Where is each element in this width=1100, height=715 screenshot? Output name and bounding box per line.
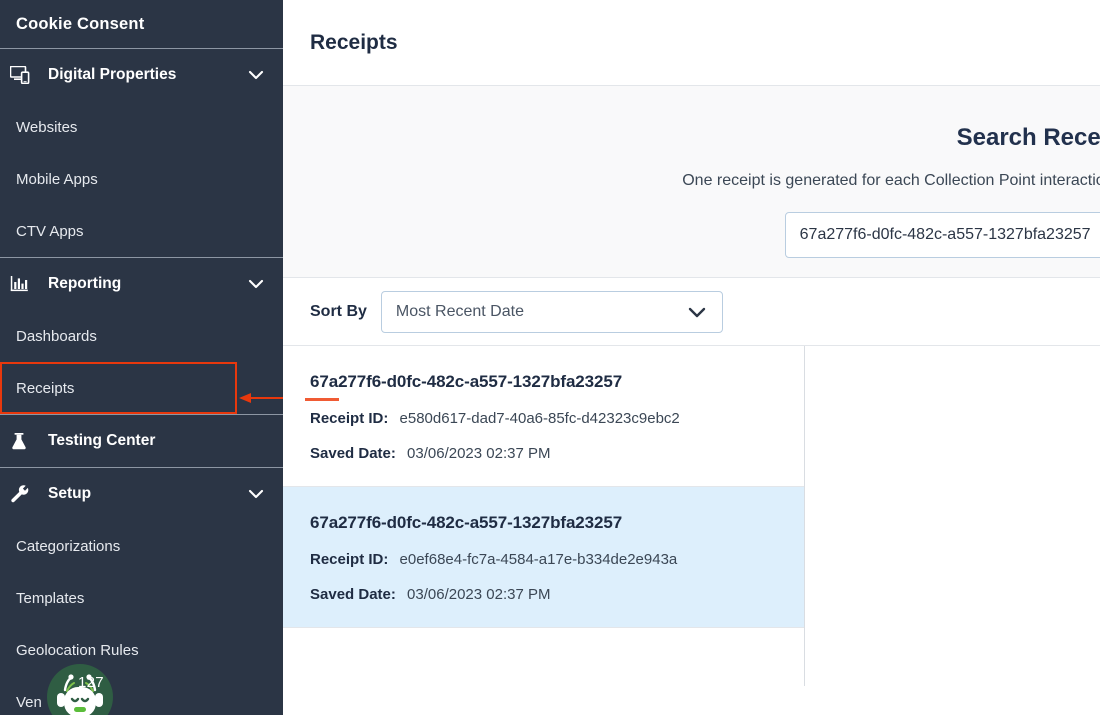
sidebar-item-websites[interactable]: Websites: [0, 101, 283, 153]
chat-unread-badge: 127: [78, 674, 104, 691]
receipt-id-value: e0ef68e4-fc7a-4584-a17e-b334de2e943a: [400, 551, 678, 568]
sidebar-item-label: Geolocation Rules: [16, 642, 139, 659]
receipt-id-label: Receipt ID:: [310, 551, 388, 568]
sort-by-label: Sort By: [310, 303, 367, 321]
sidebar-item-categorizations[interactable]: Categorizations: [0, 520, 283, 572]
spellcheck-underline: [305, 398, 339, 401]
saved-date-label: Saved Date:: [310, 445, 396, 462]
search-row: Search: [283, 212, 1100, 258]
sidebar-item-label: Categorizations: [16, 538, 120, 555]
search-input[interactable]: [785, 212, 1100, 258]
saved-date-value: 03/06/2023 02:37 PM: [407, 586, 550, 603]
bar-chart-icon: [10, 275, 40, 293]
sidebar-item-label: Templates: [16, 590, 84, 607]
sidebar-group-label: Testing Center: [48, 432, 155, 450]
receipt-id-field: Receipt ID: e0ef68e4-fc7a-4584-a17e-b334…: [310, 551, 804, 568]
search-heading: Search Receipts: [283, 124, 1100, 152]
sidebar-group-digital-properties[interactable]: Digital Properties: [0, 49, 283, 101]
annotation-arrow: [237, 390, 283, 406]
saved-date-field: Saved Date: 03/06/2023 02:37 PM: [310, 586, 804, 603]
sidebar: Cookie Consent Digital Properties Websit…: [0, 0, 283, 715]
sidebar-group-reporting[interactable]: Reporting: [0, 258, 283, 310]
sidebar-item-ctv-apps[interactable]: CTV Apps: [0, 205, 283, 257]
saved-date-value: 03/06/2023 02:37 PM: [407, 445, 550, 462]
chevron-down-icon: [247, 275, 265, 293]
sort-by-select[interactable]: Most Recent Date: [381, 291, 723, 333]
search-description: One receipt is generated for each Collec…: [283, 172, 1100, 190]
page-header: Receipts: [283, 0, 1100, 86]
sidebar-group-setup[interactable]: Setup: [0, 468, 283, 520]
saved-date-label: Saved Date:: [310, 586, 396, 603]
sort-row: Sort By Most Recent Date: [283, 278, 1100, 346]
sort-by-selected-value: Most Recent Date: [396, 303, 524, 321]
main-content: Receipts Search Receipts One receipt is …: [283, 0, 1100, 715]
chevron-down-icon: [686, 301, 708, 323]
sidebar-item-receipts[interactable]: Receipts: [0, 362, 237, 414]
sidebar-item-label: Websites: [16, 119, 77, 136]
wrench-icon: [10, 484, 40, 504]
receipt-subject-id: 67a277f6-d0fc-482c-a557-1327bfa23257: [310, 513, 804, 533]
search-receipts-panel: Search Receipts One receipt is generated…: [283, 86, 1100, 278]
receipt-subject-id: 67a277f6-d0fc-482c-a557-1327bfa23257: [310, 372, 804, 392]
receipt-id-value: e580d617-dad7-40a6-85fc-d42323c9ebc2: [400, 410, 680, 427]
sidebar-title: Cookie Consent: [0, 0, 283, 48]
receipt-detail-pane: [805, 346, 1100, 686]
sidebar-item-templates[interactable]: Templates: [0, 572, 283, 624]
sidebar-item-label: Dashboards: [16, 328, 97, 345]
devices-icon: [10, 66, 40, 84]
chevron-down-icon: [247, 485, 265, 503]
receipt-list: 67a277f6-d0fc-482c-a557-1327bfa23257 Rec…: [283, 346, 805, 686]
sidebar-item-label: CTV Apps: [16, 223, 84, 240]
sidebar-item-label: Ven: [16, 694, 42, 711]
sidebar-group-label: Setup: [48, 485, 91, 503]
receipt-list-item[interactable]: 67a277f6-d0fc-482c-a557-1327bfa23257 Rec…: [283, 346, 804, 487]
page-title: Receipts: [310, 31, 398, 55]
app-root: Cookie Consent Digital Properties Websit…: [0, 0, 1100, 715]
receipt-id-field: Receipt ID: e580d617-dad7-40a6-85fc-d423…: [310, 410, 804, 427]
chevron-down-icon: [247, 66, 265, 84]
saved-date-field: Saved Date: 03/06/2023 02:37 PM: [310, 445, 804, 462]
sidebar-group-testing-center[interactable]: Testing Center: [0, 415, 283, 467]
flask-icon: [10, 432, 40, 451]
receipt-list-item[interactable]: 67a277f6-d0fc-482c-a557-1327bfa23257 Rec…: [283, 487, 804, 628]
sidebar-group-label: Reporting: [48, 275, 121, 293]
sidebar-item-label: Mobile Apps: [16, 171, 98, 188]
sidebar-item-mobile-apps[interactable]: Mobile Apps: [0, 153, 283, 205]
receipt-id-label: Receipt ID:: [310, 410, 388, 427]
sidebar-item-label: Receipts: [16, 380, 74, 397]
sidebar-item-dashboards[interactable]: Dashboards: [0, 310, 283, 362]
sidebar-group-label: Digital Properties: [48, 66, 176, 84]
receipts-body: 67a277f6-d0fc-482c-a557-1327bfa23257 Rec…: [283, 346, 1100, 686]
